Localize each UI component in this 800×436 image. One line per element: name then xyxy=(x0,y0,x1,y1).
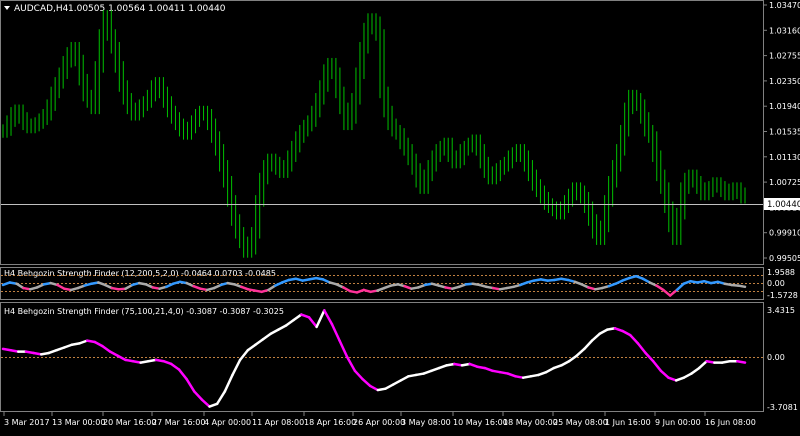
indicator1-tick-bottom: -1.5728 xyxy=(767,291,798,300)
price-tick-label: 1.00725 xyxy=(769,178,800,187)
time-tick-label: 4 Apr 00:00 xyxy=(204,418,251,427)
time-tick-label: 9 Jun 00:00 xyxy=(655,418,701,427)
indicator2-title: H4 Behgozin Strength Finder (75,100,21,4… xyxy=(4,307,284,316)
price-tick-label: 1.02755 xyxy=(769,52,800,61)
time-tick-label: 20 Mar 16:00 xyxy=(103,418,156,427)
time-tick-label: 26 Apr 00:00 xyxy=(353,418,405,427)
indicator1-segment xyxy=(736,284,747,289)
symbol-label: AUDCAD,H4 xyxy=(14,4,69,14)
time-tick-label: 16 Jun 08:00 xyxy=(705,418,756,427)
trading-chart-window[interactable]: AUDCAD,H4 1.00505 1.00564 1.00411 1.0044… xyxy=(0,0,800,432)
time-tick-label: 25 May 08:00 xyxy=(553,418,608,427)
current-price-label: 1.00440 xyxy=(767,200,800,210)
indicator1-title: H4 Behgozin Strength Finder (12,200,5,2,… xyxy=(4,269,276,278)
time-tick-label: 3 Mar 2017 xyxy=(4,418,50,427)
time-tick-label: 10 May 16:00 xyxy=(453,418,508,427)
price-tick-label: 1.03160 xyxy=(769,26,800,35)
time-tick-label: 1 Jun 16:00 xyxy=(605,418,651,427)
price-tick-label: 0.99505 xyxy=(769,254,800,263)
price-tick-label: 1.02350 xyxy=(769,77,800,86)
time-tick-label: 11 Apr 08:00 xyxy=(252,418,304,427)
price-tick-label: 1.01535 xyxy=(769,128,800,137)
indicator1-tick-top: 1.9588 xyxy=(767,268,795,277)
time-tick-label: 13 Mar 00:00 xyxy=(52,418,105,427)
time-tick-label: 18 May 00:00 xyxy=(503,418,558,427)
ohlc-values: 1.00505 1.00564 1.00411 1.00440 xyxy=(68,4,226,14)
time-tick-label: 3 May 08:00 xyxy=(401,418,451,427)
time-tick-label: 18 Apr 16:00 xyxy=(304,418,356,427)
price-tick-label: 1.01130 xyxy=(769,153,800,162)
price-tick-label: 1.03470 xyxy=(769,1,800,10)
time-tick-label: 27 Mar 16:00 xyxy=(152,418,205,427)
indicator2-segment xyxy=(736,359,747,364)
indicator1-tick-zero: 0.00 xyxy=(767,279,785,288)
indicator2-tick-zero: 0.00 xyxy=(767,353,785,362)
price-tick-label: 1.01940 xyxy=(769,102,800,111)
indicator2-tick-bottom: -3.7081 xyxy=(767,403,798,412)
price-tick-label: 0.99910 xyxy=(769,229,800,238)
indicator2-tick-top: 3.4315 xyxy=(767,306,795,315)
